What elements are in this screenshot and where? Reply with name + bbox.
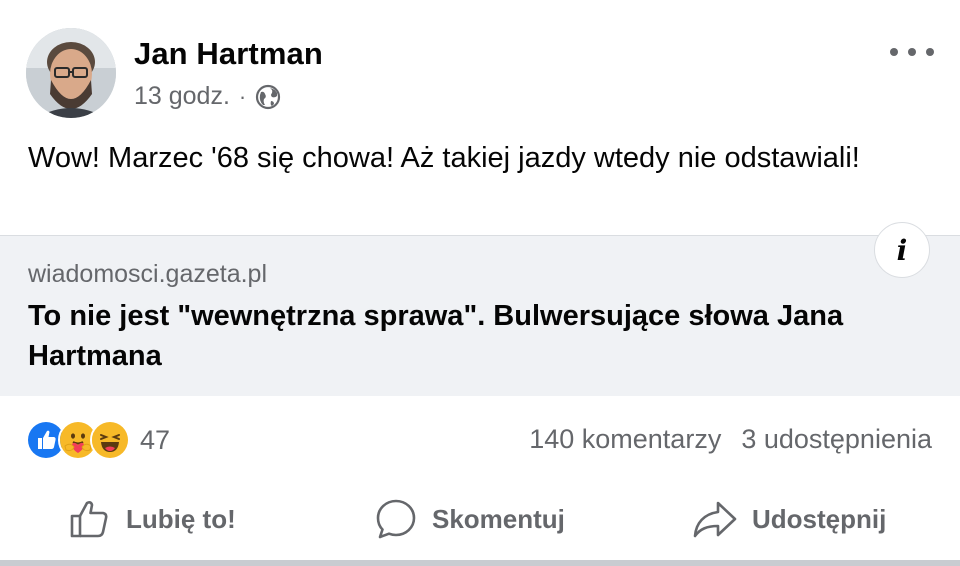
author-name[interactable]: Jan Hartman [134, 36, 323, 72]
share-button-label: Udostępnij [752, 503, 887, 534]
info-icon[interactable]: i [874, 222, 930, 278]
post-meta: 13 godz. · [134, 82, 281, 111]
reactions-summary[interactable]: 47 [26, 420, 170, 460]
link-preview-card[interactable]: i wiadomosci.gazeta.pl To nie jest "wewn… [0, 222, 960, 396]
reaction-count: 47 [140, 424, 171, 455]
engagement-bar: 47 140 komentarzy 3 udostępnienia [0, 416, 960, 464]
share-button[interactable]: Udostępnij [692, 496, 886, 542]
engagement-counts: 140 komentarzy 3 udostępnienia [529, 424, 932, 455]
comment-icon [376, 499, 416, 539]
bottom-divider [0, 560, 960, 566]
shares-count[interactable]: 3 udostępnienia [741, 424, 932, 455]
link-domain: wiadomosci.gazeta.pl [28, 260, 268, 288]
comment-button[interactable]: Skomentuj [374, 496, 565, 542]
link-title[interactable]: To nie jest "wewnętrzna sprawa". Bulwers… [28, 296, 908, 376]
globe-icon[interactable] [255, 84, 281, 110]
facebook-post: Jan Hartman 13 godz. · Wow! Marzec '68 s… [0, 0, 960, 566]
more-options-icon[interactable] [890, 38, 934, 66]
post-time[interactable]: 13 godz. [134, 82, 230, 111]
like-button-label: Lubię to! [126, 503, 236, 534]
share-icon [693, 501, 737, 538]
comment-button-label: Skomentuj [432, 503, 565, 534]
avatar[interactable] [26, 28, 116, 118]
thumbs-up-icon [70, 501, 108, 538]
haha-icon [90, 420, 130, 460]
post-text: Wow! Marzec '68 się chowa! Aż takiej jaz… [28, 142, 860, 174]
action-bar: Lubię to! Skomentuj Udostępnij [0, 484, 960, 554]
avatar-image [26, 28, 116, 118]
like-button[interactable]: Lubię to! [68, 496, 236, 542]
comments-count[interactable]: 140 komentarzy [529, 424, 721, 455]
meta-separator: · [238, 83, 247, 109]
